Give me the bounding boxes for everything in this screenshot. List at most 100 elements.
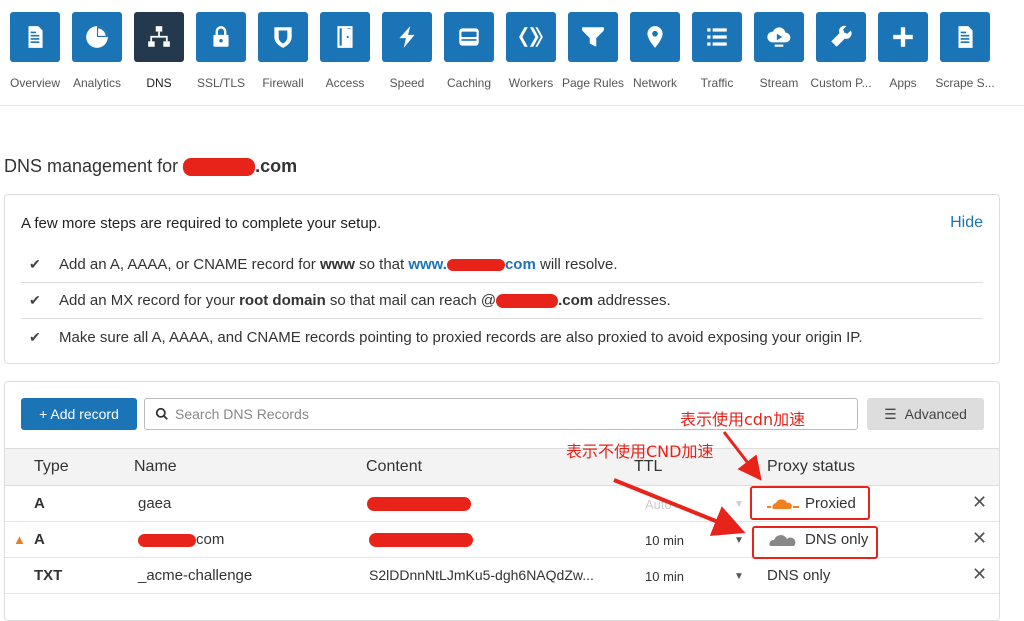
record-name: gaea: [138, 495, 172, 512]
door-icon: [320, 12, 370, 62]
nav-stream[interactable]: Stream: [748, 12, 810, 90]
nav-label: DNS: [146, 76, 172, 90]
setup-heading: A few more steps are required to complet…: [21, 215, 382, 232]
nav-caching[interactable]: Caching: [438, 12, 500, 90]
page-title-prefix: DNS management for: [4, 156, 184, 176]
nav-speed[interactable]: Speed: [376, 12, 438, 90]
step-text: Make sure all A, AAAA, and CNAME records…: [59, 328, 863, 346]
top-navigation: Overview Analytics DNS SSL/TLS Firewall …: [0, 0, 1024, 106]
hide-link[interactable]: Hide: [950, 214, 983, 232]
page-title-suffix: .com: [255, 156, 298, 176]
nav-label: Custom P...: [810, 76, 872, 90]
nav-dns[interactable]: DNS: [128, 12, 190, 90]
workers-icon: [506, 12, 556, 62]
nav-apps[interactable]: Apps: [872, 12, 934, 90]
record-name: com: [196, 531, 225, 548]
document-icon: [940, 12, 990, 62]
column-type: Type: [34, 458, 69, 475]
advanced-button[interactable]: ☰ Advanced: [867, 398, 984, 430]
setup-step: ✔ Add an MX record for your root domain …: [21, 283, 983, 319]
nav-label: Speed: [389, 76, 425, 90]
annotation-cdn: 表示使用cdn加速: [680, 410, 806, 429]
hard-drive-icon: [444, 12, 494, 62]
setup-step: ✔ Add an A, AAAA, or CNAME record for ww…: [21, 247, 983, 283]
highlight-box-proxied: [750, 486, 870, 520]
redaction-mark: [367, 497, 471, 511]
nav-custom-pages[interactable]: Custom P...: [810, 12, 872, 90]
record-type: TXT: [34, 567, 63, 584]
table-header: Type Name Content TTL Proxy status: [5, 448, 999, 486]
checkmark-icon: ✔: [29, 292, 41, 308]
record-name: _acme-challenge: [138, 567, 253, 584]
plus-icon: [878, 12, 928, 62]
nav-page-rules[interactable]: Page Rules: [562, 12, 624, 90]
cloud-play-icon: [754, 12, 804, 62]
lock-icon: [196, 12, 246, 62]
lightning-icon: [382, 12, 432, 62]
column-proxy-status: Proxy status: [767, 458, 856, 475]
chevron-down-icon[interactable]: ▼: [734, 535, 744, 546]
close-icon[interactable]: ✕: [972, 492, 987, 513]
nav-label: Access: [325, 76, 365, 90]
record-type: A: [34, 531, 45, 548]
nav-workers[interactable]: Workers: [500, 12, 562, 90]
setup-step: ✔ Make sure all A, AAAA, and CNAME recor…: [21, 319, 983, 355]
checkmark-icon: ✔: [29, 256, 41, 272]
filter-list-icon: ☰: [884, 405, 897, 422]
document-icon: [10, 12, 60, 62]
nav-label: Firewall: [262, 76, 304, 90]
chevron-down-icon: ▼: [734, 499, 744, 510]
www-link[interactable]: www. com: [408, 256, 535, 273]
proxy-status: DNS only: [767, 567, 831, 584]
redaction-mark: [138, 534, 196, 547]
step-text: Add an A, AAAA, or CNAME record for www …: [59, 256, 618, 273]
nav-ssl-tls[interactable]: SSL/TLS: [190, 12, 252, 90]
nav-analytics[interactable]: Analytics: [66, 12, 128, 90]
column-name: Name: [134, 458, 177, 475]
checkmark-icon: ✔: [29, 328, 41, 345]
record-ttl: 10 min: [645, 533, 685, 548]
nav-scrape-shield[interactable]: Scrape S...: [934, 12, 996, 90]
column-content: Content: [366, 458, 423, 475]
nav-label: Apps: [889, 76, 917, 90]
record-ttl: Auto: [645, 497, 672, 512]
close-icon[interactable]: ✕: [972, 564, 987, 585]
nav-network[interactable]: Network: [624, 12, 686, 90]
nav-label: Traffic: [700, 76, 734, 90]
network-icon: [134, 12, 184, 62]
highlight-box-dns-only: [752, 526, 878, 559]
record-content: S2lDDnnNtLJmKu5-dgh6NAQdZw...: [369, 567, 594, 583]
nav-label: Overview: [9, 76, 60, 90]
shield-icon: [258, 12, 308, 62]
search-placeholder: Search DNS Records: [175, 406, 309, 422]
nav-firewall[interactable]: Firewall: [252, 12, 314, 90]
list-icon: [692, 12, 742, 62]
redaction-mark: [183, 158, 256, 177]
warning-icon: ▲: [13, 532, 26, 547]
nav-access[interactable]: Access: [314, 12, 376, 90]
record-ttl: 10 min: [645, 569, 685, 584]
nav-traffic[interactable]: Traffic: [686, 12, 748, 90]
nav-label: Page Rules: [562, 76, 624, 90]
setup-steps-card: A few more steps are required to complet…: [4, 194, 1000, 364]
nav-overview[interactable]: Overview: [4, 12, 66, 90]
annotation-no-cdn: 表示不使用CND加速: [566, 442, 714, 461]
nav-label: Scrape S...: [935, 76, 995, 90]
search-icon: [155, 407, 168, 420]
redaction-mark: [369, 533, 473, 547]
advanced-label: Advanced: [904, 406, 967, 422]
nav-label: Network: [632, 76, 677, 90]
add-record-button[interactable]: + Add record: [21, 398, 137, 430]
nav-label: Analytics: [72, 76, 122, 90]
chevron-down-icon[interactable]: ▼: [734, 571, 744, 582]
nav-label: Stream: [759, 76, 799, 90]
wrench-icon: [816, 12, 866, 62]
table-row[interactable]: TXT _acme-challenge S2lDDnnNtLJmKu5-dgh6…: [5, 558, 999, 594]
close-icon[interactable]: ✕: [972, 528, 987, 549]
nav-label: SSL/TLS: [196, 76, 246, 90]
filter-icon: [568, 12, 618, 62]
step-text: Add an MX record for your root domain so…: [59, 292, 671, 309]
pie-chart-icon: [72, 12, 122, 62]
nav-label: Caching: [446, 76, 492, 90]
nav-label: Workers: [508, 76, 554, 90]
